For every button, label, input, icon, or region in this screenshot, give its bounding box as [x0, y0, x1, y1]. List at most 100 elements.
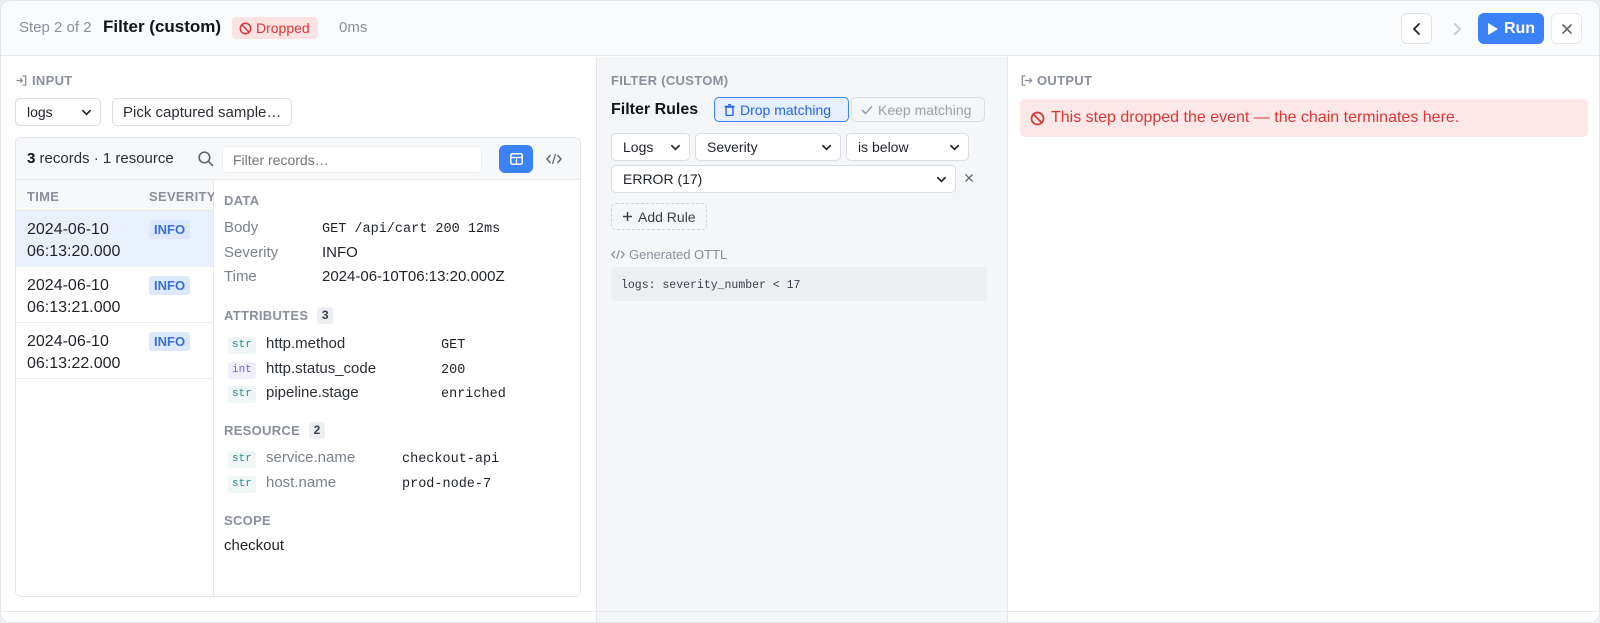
records-toolbar: 3 records · 1 resource: [16, 138, 580, 180]
record-time: 2024-06-10 06:13:20.000: [27, 219, 145, 263]
chevron-down-icon: [937, 176, 946, 183]
step-duration: 0ms: [339, 19, 368, 36]
attributes-section-label: ATTRIBUTES 3: [224, 307, 334, 324]
filter-records-input[interactable]: [222, 146, 482, 173]
resource-key: host.name: [266, 474, 337, 491]
attribute-key: http.status_code: [266, 360, 377, 377]
run-button[interactable]: Run: [1478, 13, 1544, 44]
attributes-label-text: ATTRIBUTES: [224, 308, 309, 323]
add-rule-button[interactable]: Add Rule: [611, 203, 707, 230]
drop-matching-toggle[interactable]: Drop matching: [714, 97, 849, 122]
attribute-key: http.method: [266, 335, 346, 352]
generated-ottl-text: Generated OTTL: [629, 247, 728, 262]
record-date: 2024-06-10: [27, 221, 109, 238]
sign-in-icon: [16, 75, 27, 86]
chevron-down-icon: [950, 144, 959, 151]
record-clock: 06:13:20.000: [27, 243, 121, 260]
chevron-down-icon: [82, 109, 91, 116]
time-value: 2024-06-10T06:13:20.000Z: [322, 268, 505, 285]
keep-matching-label: Keep matching: [878, 101, 972, 118]
sign-out-icon: [1021, 75, 1033, 86]
rule-operator-select[interactable]: is below: [846, 133, 969, 161]
severity-badge: INFO: [149, 332, 191, 351]
records-table-header: TIME SEVERITY: [16, 180, 216, 211]
chevron-left-icon: [1412, 22, 1420, 35]
resource-section-label: RESOURCE 2: [224, 422, 326, 439]
rule-value-select[interactable]: ERROR (17): [611, 165, 956, 193]
record-date: 2024-06-10: [27, 277, 109, 294]
plus-icon: [623, 212, 632, 221]
trash-icon: [724, 103, 735, 116]
dropped-alert-text: This step dropped the event — the chain …: [1051, 109, 1460, 126]
record-clock: 06:13:21.000: [27, 299, 121, 316]
modal-header: Step 2 of 2 Filter (custom) Dropped 0ms …: [1, 1, 1599, 56]
record-detail: DATA Body GET /api/cart 200 12ms Severit…: [214, 180, 580, 596]
filter-rules-title: Filter Rules: [611, 101, 699, 118]
scope-section-label: SCOPE: [224, 513, 272, 528]
close-icon: [1561, 23, 1572, 34]
time-column-header: TIME: [27, 189, 60, 204]
resource-count: 2: [309, 422, 326, 439]
resource-value: checkout-api: [402, 452, 500, 467]
rule-field-value: Severity: [707, 139, 758, 155]
rule-signal-select[interactable]: Logs: [611, 133, 690, 161]
attributes-count: 3: [317, 307, 334, 324]
dropped-alert: This step dropped the event — the chain …: [1020, 99, 1588, 137]
attribute-key: pipeline.stage: [266, 384, 359, 401]
table-icon: [509, 153, 523, 165]
body-value: GET /api/cart 200 12ms: [322, 222, 501, 237]
table-row[interactable]: 2024-06-10 06:13:20.000 INFO: [16, 211, 213, 267]
blocked-icon: [1030, 111, 1045, 125]
severity-column-header: SEVERITY: [149, 189, 216, 204]
severity-key: Severity: [224, 244, 279, 261]
severity-value: INFO: [322, 244, 358, 261]
input-section-label: INPUT: [15, 73, 73, 88]
filter-section-label: FILTER (CUSTOM): [611, 73, 729, 88]
resource-key: service.name: [266, 449, 356, 466]
play-icon: [1487, 22, 1498, 35]
signal-type-select[interactable]: logs: [15, 98, 101, 126]
type-badge: int: [228, 362, 256, 379]
severity-badge: INFO: [149, 276, 191, 295]
keep-matching-toggle[interactable]: Keep matching: [851, 97, 985, 122]
code-icon: [611, 249, 625, 260]
table-view-button[interactable]: [499, 145, 533, 173]
step-indicator: Step 2 of 2: [19, 19, 92, 36]
attribute-value: enriched: [441, 387, 506, 402]
step-title: Filter (custom): [103, 17, 222, 36]
search-icon: [198, 151, 214, 167]
next-step-button[interactable]: [1441, 13, 1472, 44]
pick-sample-button[interactable]: Pick captured sample…: [112, 98, 293, 126]
code-view-button[interactable]: [537, 145, 571, 173]
rule-value-text: ERROR (17): [623, 171, 703, 187]
step-modal: Step 2 of 2 Filter (custom) Dropped 0ms …: [0, 0, 1600, 623]
signal-type-value: logs: [27, 104, 53, 120]
type-badge: str: [228, 451, 256, 468]
blocked-icon: [239, 22, 252, 34]
rule-field-select[interactable]: Severity: [695, 133, 841, 161]
records-summary-text: records · 1 resource: [39, 150, 174, 167]
run-button-label: Run: [1503, 19, 1536, 37]
rule-operator-value: is below: [858, 139, 909, 155]
records-panel: 3 records · 1 resource TIME SEVERITY 202…: [15, 137, 581, 597]
type-badge: str: [228, 476, 256, 493]
output-column: OUTPUT This step dropped the event — the…: [1008, 57, 1599, 622]
remove-rule-button[interactable]: [964, 170, 974, 186]
attribute-value: 200: [441, 363, 466, 378]
table-row[interactable]: 2024-06-10 06:13:21.000 INFO: [16, 267, 213, 323]
record-time: 2024-06-10 06:13:21.000: [27, 275, 145, 319]
severity-badge: INFO: [149, 220, 191, 239]
code-icon: [546, 153, 562, 165]
body-key: Body: [224, 219, 259, 236]
chevron-down-icon: [822, 144, 831, 151]
rule-signal-value: Logs: [623, 139, 654, 155]
records-summary: 3 records · 1 resource: [27, 150, 174, 167]
close-icon: [965, 174, 973, 182]
table-row[interactable]: 2024-06-10 06:13:22.000 INFO: [16, 323, 213, 379]
generated-ottl-code: logs: severity_number < 17: [611, 267, 987, 301]
chevron-down-icon: [671, 144, 680, 151]
resource-label-text: RESOURCE: [224, 423, 301, 438]
close-button[interactable]: [1551, 13, 1582, 44]
type-badge: str: [228, 337, 256, 354]
previous-step-button[interactable]: [1401, 13, 1432, 44]
